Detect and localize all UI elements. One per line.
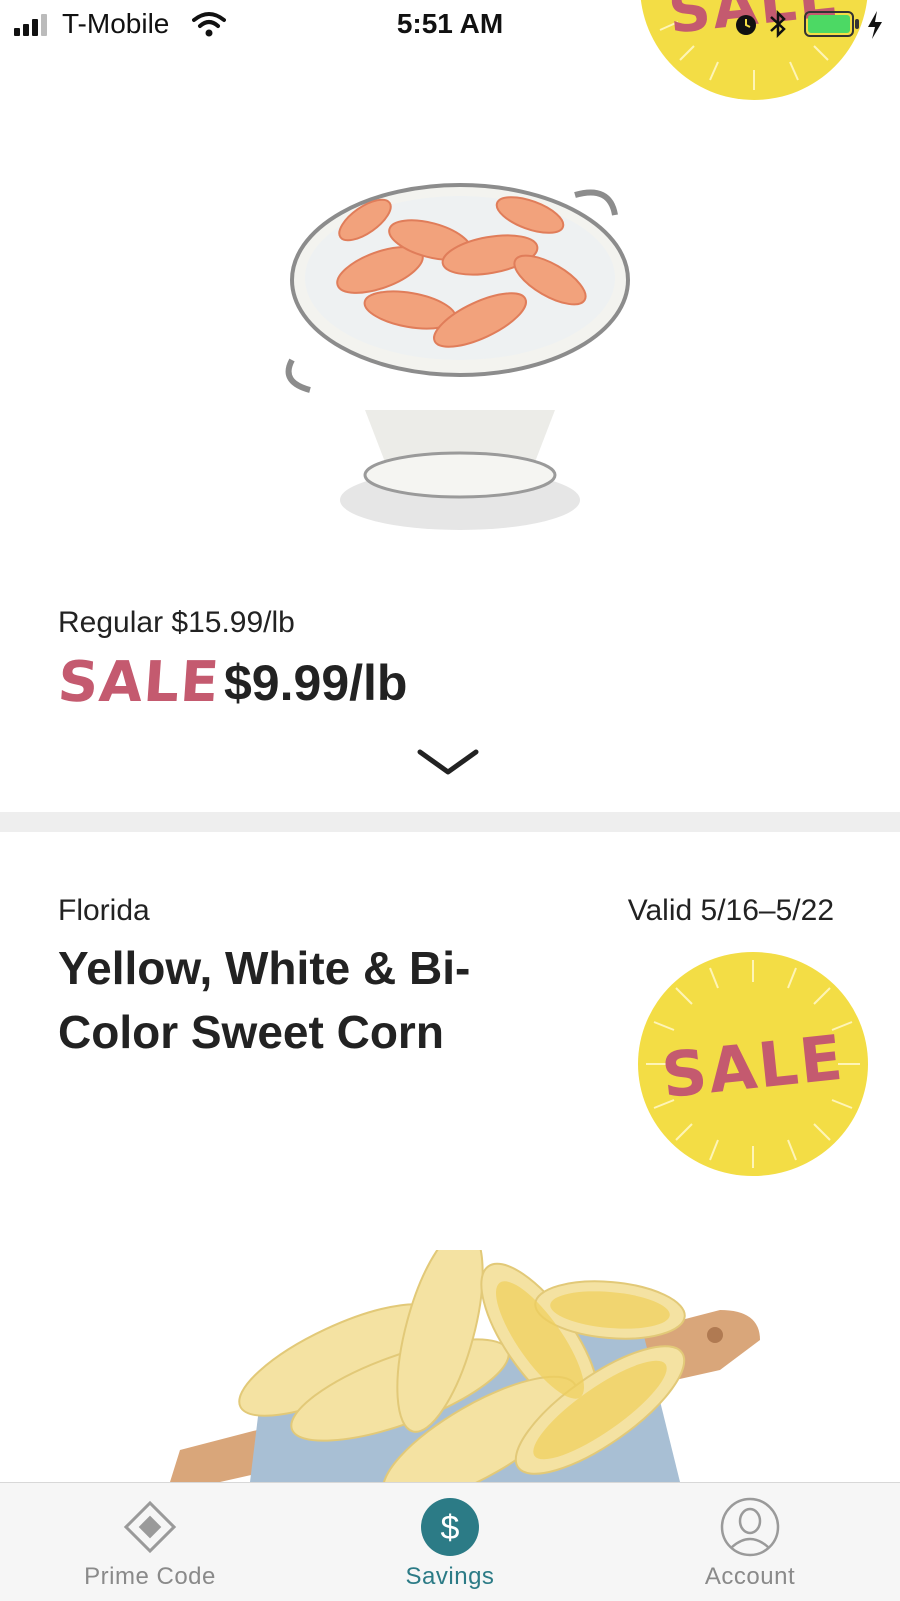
item-title[interactable]: Yellow, White & Bi-Color Sweet Corn bbox=[58, 936, 578, 1064]
sale-label: SALE bbox=[55, 650, 222, 715]
chevron-down-icon[interactable] bbox=[416, 748, 480, 778]
tab-prime-code[interactable]: Prime Code bbox=[0, 1483, 300, 1601]
tab-account[interactable]: Account bbox=[600, 1483, 900, 1601]
regular-price: Regular $15.99/lb bbox=[58, 606, 295, 639]
section-divider bbox=[0, 812, 900, 832]
corn-image bbox=[170, 1250, 760, 1482]
alarm-icon bbox=[736, 15, 756, 35]
tab-bar: Prime Code $ Savings Account bbox=[0, 1482, 900, 1601]
sale-badge: SALE bbox=[638, 952, 868, 1176]
tab-label: Account bbox=[704, 1563, 796, 1590]
item-origin: Florida bbox=[58, 894, 150, 927]
sale-price: $9.99/lb bbox=[224, 655, 408, 711]
shrimp-image bbox=[285, 183, 630, 530]
svg-text:$: $ bbox=[441, 1509, 460, 1547]
status-time: 5:51 AM bbox=[396, 8, 504, 39]
diamond-icon bbox=[123, 1500, 177, 1554]
tab-savings[interactable]: $ Savings bbox=[300, 1483, 600, 1601]
tab-label: Prime Code bbox=[84, 1563, 216, 1590]
charging-icon bbox=[868, 11, 882, 39]
valid-dates: Valid 5/16–5/22 bbox=[627, 894, 834, 927]
tab-label: Savings bbox=[405, 1563, 495, 1590]
bluetooth-icon bbox=[770, 9, 786, 39]
user-icon bbox=[720, 1497, 780, 1557]
status-bar: T-Mobile 5:51 AM bbox=[0, 0, 900, 50]
battery-icon bbox=[804, 11, 859, 37]
dollar-icon: $ bbox=[421, 1498, 479, 1556]
